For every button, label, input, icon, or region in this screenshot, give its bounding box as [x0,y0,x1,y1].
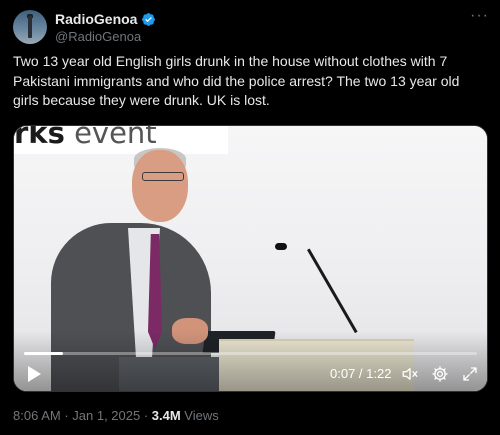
video-progress-fill [24,352,63,355]
views-label: Views [180,408,219,423]
avatar[interactable] [13,10,47,44]
video-player[interactable]: rks event 0:07 / 1:22 [13,125,488,392]
author-name-row: RadioGenoa [55,11,156,27]
verified-badge-icon [142,12,156,26]
author-handle[interactable]: @RadioGenoa [55,29,141,44]
microphone-head [275,243,287,250]
play-icon[interactable] [26,365,42,383]
more-options-icon[interactable]: ··· [470,8,489,24]
banner-text-bold: rks [14,125,65,150]
gear-icon[interactable] [431,365,449,383]
mute-icon[interactable] [401,365,419,383]
tweet-time[interactable]: 8:06 AM [13,408,61,423]
meta-separator-2: · [140,408,152,423]
tweet-text: Two 13 year old English girls drunk in t… [13,53,460,108]
tweet-meta: 8:06 AM · Jan 1, 2025 · 3.4M Views [13,408,219,423]
expand-icon[interactable] [461,365,479,383]
video-time: 0:07 / 1:22 [330,366,392,381]
lighthouse-tower [28,16,32,38]
event-banner: rks event [14,125,228,154]
speaker-head [132,150,188,222]
video-progress-bar[interactable] [24,352,477,355]
views-count: 3.4M [151,408,181,423]
meta-separator: · [60,408,73,423]
banner-text: event [64,125,157,150]
speaker-glasses [142,172,184,181]
author-display-name[interactable]: RadioGenoa [55,11,137,27]
video-controls: 0:07 / 1:22 [14,362,487,386]
tweet-date[interactable]: Jan 1, 2025 [72,408,140,423]
